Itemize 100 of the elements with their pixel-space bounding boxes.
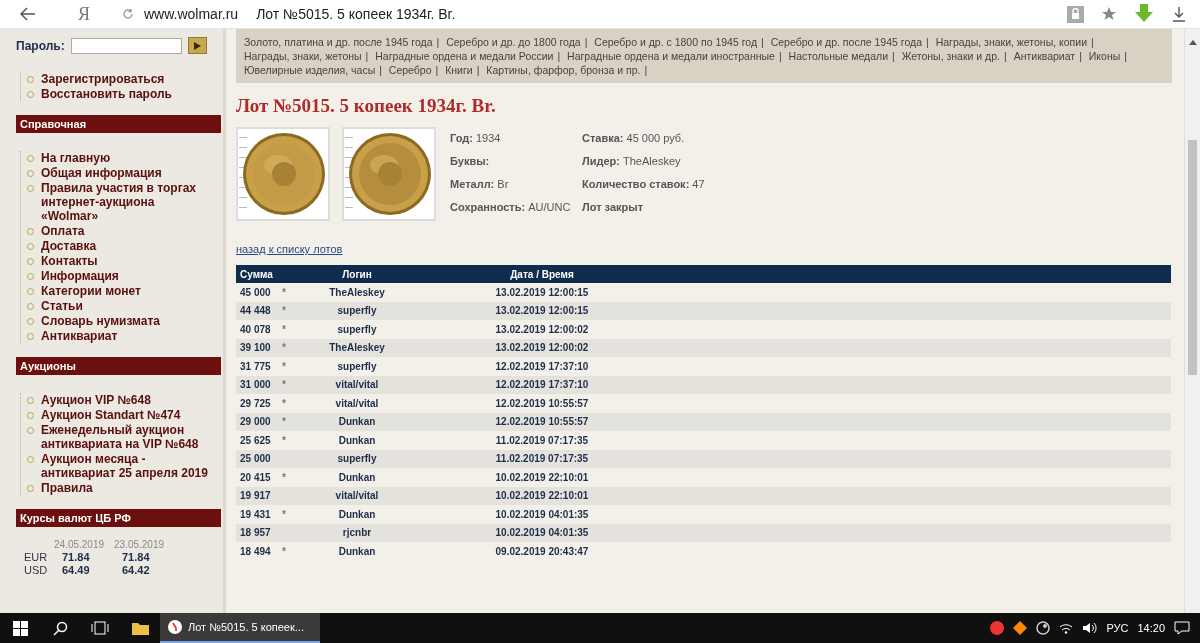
speaker-icon[interactable] <box>1082 622 1098 634</box>
password-field[interactable] <box>70 37 182 54</box>
star-mark: * <box>281 342 287 354</box>
sidebar-link[interactable]: Словарь нумизмата <box>41 314 211 328</box>
category-link[interactable]: Золото, платина и др. после 1945 года <box>244 36 433 48</box>
login-cell-text: Dunkan <box>337 545 377 557</box>
scroll-up-icon[interactable] <box>1188 39 1197 45</box>
scrollbar-thumb[interactable] <box>1188 140 1197 375</box>
sidebar-link[interactable]: Правила <box>41 481 211 495</box>
amount-cell-text: 31 000 <box>239 379 272 391</box>
star-mark: * <box>281 416 287 428</box>
play-icon <box>193 41 201 50</box>
refresh-icon[interactable] <box>122 8 134 20</box>
separator: | <box>476 64 480 76</box>
rate-value: 71.84 <box>61 551 91 563</box>
sidebar-link[interactable]: Общая информация <box>41 166 211 180</box>
sidebar-link[interactable]: Антиквариат <box>41 329 211 343</box>
amount-cell-text: 39 100 <box>239 342 272 354</box>
account-link[interactable]: Зарегистрироваться <box>41 72 211 86</box>
login-cell-text: Dunkan <box>337 508 377 520</box>
column-header: Сумма <box>239 268 274 280</box>
datetime-cell-text: 12.02.2019 17:37:10 <box>494 360 590 372</box>
category-link[interactable]: Настольные медали <box>788 50 889 62</box>
back-icon[interactable] <box>20 7 36 21</box>
notification-icon[interactable] <box>1174 621 1190 635</box>
category-link[interactable]: Наградные ордена и медали России <box>375 50 554 62</box>
account-link[interactable]: Восстановить пароль <box>41 87 211 101</box>
taskbar-window-button[interactable]: Лот №5015. 5 копеек... <box>160 613 320 643</box>
password-label: Пароль: <box>16 38 65 53</box>
login-cell-text: rjcnbr <box>341 527 373 539</box>
star-mark: * <box>281 379 287 391</box>
category-link[interactable]: Награды, знаки, жетоны <box>244 50 362 62</box>
star-mark: * <box>281 471 287 483</box>
sidebar-link[interactable]: Контакты <box>41 254 211 268</box>
amount-cell-text: 31 775 <box>239 360 272 372</box>
clock[interactable]: 14:20 <box>1137 622 1165 634</box>
sidebar-link[interactable]: Еженедельный аукцион антиквариата на VIP №648 <box>41 423 211 451</box>
rate-value: 71.84 <box>121 551 151 563</box>
tray-app-icon[interactable] <box>990 621 1005 635</box>
sidebar-link[interactable]: Аукцион месяца - антиквариат 25 апреля 2019 <box>41 452 211 480</box>
datetime-cell-text: 10.02.2019 04:01:35 <box>494 508 590 520</box>
sidebar-link[interactable]: Аукцион VIP №648 <box>41 393 211 407</box>
back-link[interactable]: назад к списку лотов <box>236 243 343 255</box>
task-view-icon[interactable] <box>91 621 109 635</box>
datetime-cell-text: 09.02.2019 20:43:47 <box>494 545 590 557</box>
sidebar-link[interactable]: Доставка <box>41 239 211 253</box>
windows-icon[interactable] <box>12 620 28 636</box>
sidebar-link[interactable]: Аукцион Standart №474 <box>41 408 211 422</box>
search-icon[interactable] <box>52 620 68 636</box>
sidebar-link[interactable]: Категории монет <box>41 284 211 298</box>
amount-cell-text: 18 957 <box>239 527 272 539</box>
column-header: Дата / Время <box>509 268 575 280</box>
sidebar-link[interactable]: На главную <box>41 151 211 165</box>
datetime-cell-text: 11.02.2019 07:17:35 <box>494 453 590 465</box>
wifi-icon[interactable] <box>1059 622 1074 634</box>
star-mark: * <box>281 286 287 298</box>
separator: | <box>436 36 440 48</box>
category-link[interactable]: Антиквариат <box>1013 50 1076 62</box>
login-cell-text: Dunkan <box>337 416 377 428</box>
download-icon[interactable] <box>1172 6 1186 22</box>
category-link[interactable]: Наградные ордена и медали иностранные <box>567 50 775 62</box>
category-link[interactable]: Картины, фарфор, бронза и пр. <box>486 64 641 76</box>
amount-cell-text: 44 448 <box>239 305 272 317</box>
sidebar-link[interactable]: Оплата <box>41 224 211 238</box>
sidebar-link[interactable]: Правила участия в торгах интернет-аукциона «Wolmar» <box>41 181 211 223</box>
tray-app-icon[interactable] <box>1013 621 1028 635</box>
scrollbar[interactable] <box>1184 29 1200 613</box>
folder-icon[interactable] <box>131 621 149 635</box>
category-link[interactable]: Жетоны, знаки и др. <box>901 50 1000 62</box>
category-link[interactable]: Награды, знаки, жетоны, копии <box>935 36 1088 48</box>
star-icon[interactable] <box>1102 7 1116 21</box>
category-link[interactable]: Серебро <box>388 64 432 76</box>
separator: | <box>644 64 648 76</box>
amount-cell-text: 40 078 <box>239 323 272 335</box>
lot-detail: Сохранность: AU/UNC <box>450 200 572 215</box>
category-link[interactable]: Серебро и др. после 1945 года <box>770 36 922 48</box>
datetime-cell-text: 13.02.2019 12:00:15 <box>494 286 590 298</box>
category-link[interactable]: Иконы <box>1088 50 1121 62</box>
login-cell-text: superfly <box>336 360 378 372</box>
browser-logo[interactable]: Я <box>78 3 90 25</box>
login-button[interactable] <box>187 37 207 54</box>
separator: | <box>761 36 764 48</box>
amount-cell-text: 19 917 <box>239 490 272 502</box>
language-indicator[interactable]: РУС <box>1106 622 1129 634</box>
separator: | <box>557 50 561 62</box>
category-link[interactable]: Книги <box>445 64 473 76</box>
sidebar-link[interactable]: Статьи <box>41 299 211 313</box>
category-link[interactable]: Серебро и др. с 1800 по 1945 год <box>594 36 758 48</box>
datetime-cell-text: 12.02.2019 10:55:57 <box>494 416 590 428</box>
datetime-cell-text: 10.02.2019 22:10:01 <box>494 471 590 483</box>
sidebar-link[interactable]: Информация <box>41 269 211 283</box>
star-mark: * <box>281 508 287 520</box>
lot-title: Лот №5015. 5 копеек 1934г. Br. <box>236 95 497 117</box>
amount-cell-text: 19 431 <box>239 508 272 520</box>
separator: | <box>379 64 382 76</box>
category-link[interactable]: Серебро и др. до 1800 года <box>446 36 581 48</box>
lot-detail: Количество ставок: 47 <box>582 177 706 192</box>
datetime-cell-text: 10.02.2019 22:10:01 <box>494 490 590 502</box>
star-mark: * <box>281 545 287 557</box>
category-link[interactable]: Ювелирные изделия, часы <box>244 64 376 76</box>
